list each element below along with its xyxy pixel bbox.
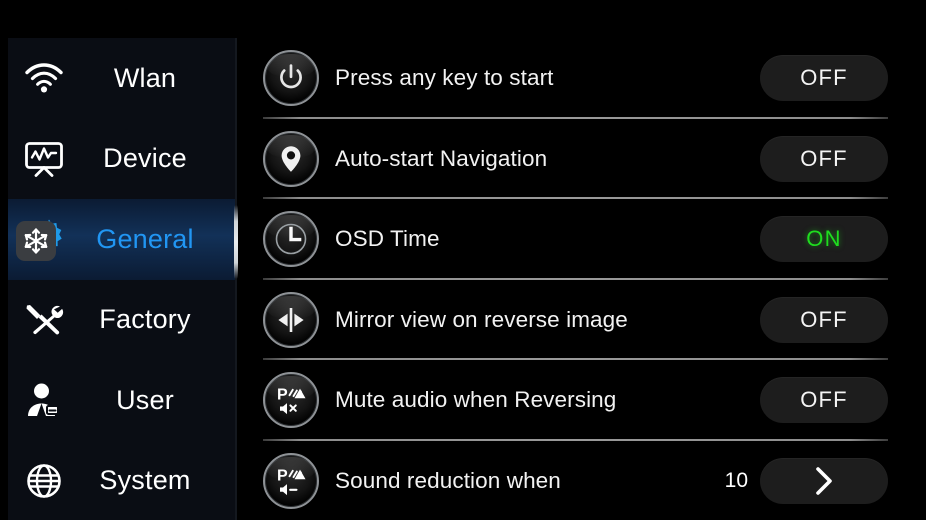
list-item[interactable]: P Mute audio when Reversing OFF — [244, 360, 926, 441]
parking-mute-icon: P — [263, 372, 319, 429]
sidebar-item-user[interactable]: User — [8, 360, 236, 441]
sidebar-item-label: Factory — [99, 304, 191, 335]
sidebar-item-label: Device — [103, 143, 187, 174]
sidebar-item-factory[interactable]: Factory — [8, 280, 236, 361]
user-icon — [8, 360, 80, 440]
settings-list: Press any key to start OFF Auto-start Na… — [244, 38, 926, 520]
sidebar-item-label: System — [99, 465, 191, 496]
chevron-right-icon — [816, 466, 832, 495]
setting-label: Mute audio when Reversing — [335, 387, 617, 413]
sound-reduction-value: 10 — [724, 468, 748, 492]
sidebar-item-label: User — [116, 384, 174, 415]
list-item[interactable]: Mirror view on reverse image OFF — [244, 280, 926, 360]
setting-label: Press any key to start — [335, 65, 554, 91]
parking-volume-icon: P — [263, 452, 319, 509]
clock-icon — [263, 211, 319, 268]
toggle-auto-start-navigation[interactable]: OFF — [760, 135, 888, 182]
gear-icon — [8, 199, 80, 279]
sidebar: Wlan Device General Factory User System — [8, 38, 236, 520]
list-item[interactable]: OSD Time ON — [244, 199, 926, 280]
location-pin-icon — [263, 130, 319, 187]
mirror-icon — [263, 291, 319, 348]
list-item[interactable]: Press any key to start OFF — [244, 38, 926, 119]
svg-text:P: P — [277, 387, 288, 404]
top-bar — [0, 0, 926, 38]
monitor-icon — [8, 119, 80, 199]
toggle-press-any-key[interactable]: OFF — [760, 55, 888, 102]
setting-label: Mirror view on reverse image — [335, 306, 628, 332]
sidebar-item-wlan[interactable]: Wlan — [8, 38, 236, 119]
sound-reduction-next-button[interactable] — [760, 457, 888, 504]
wifi-icon — [8, 38, 80, 118]
setting-label: Auto-start Navigation — [335, 145, 548, 171]
snowflake-badge-icon — [16, 221, 56, 262]
setting-label: OSD Time — [335, 226, 440, 252]
list-item[interactable]: P Sound reduction when 10 — [244, 441, 926, 520]
sidebar-item-device[interactable]: Device — [8, 119, 236, 200]
sidebar-scrollbar-thumb[interactable] — [234, 205, 238, 279]
sidebar-item-system[interactable]: System — [8, 441, 236, 520]
setting-label: Sound reduction when — [335, 467, 561, 493]
globe-icon — [8, 441, 80, 520]
sidebar-item-general[interactable]: General — [8, 199, 236, 280]
toggle-mirror-view[interactable]: OFF — [760, 296, 888, 343]
sidebar-item-label: Wlan — [113, 62, 177, 93]
toggle-mute-audio-reversing[interactable]: OFF — [760, 377, 888, 424]
list-item[interactable]: Auto-start Navigation OFF — [244, 119, 926, 199]
tools-icon — [8, 280, 80, 360]
power-icon — [263, 50, 319, 107]
sidebar-divider — [235, 38, 237, 520]
settings-screen: Wlan Device General Factory User System … — [0, 0, 926, 520]
sidebar-item-label: General — [96, 223, 194, 254]
svg-text:P: P — [277, 467, 288, 484]
toggle-osd-time[interactable]: ON — [760, 216, 888, 263]
